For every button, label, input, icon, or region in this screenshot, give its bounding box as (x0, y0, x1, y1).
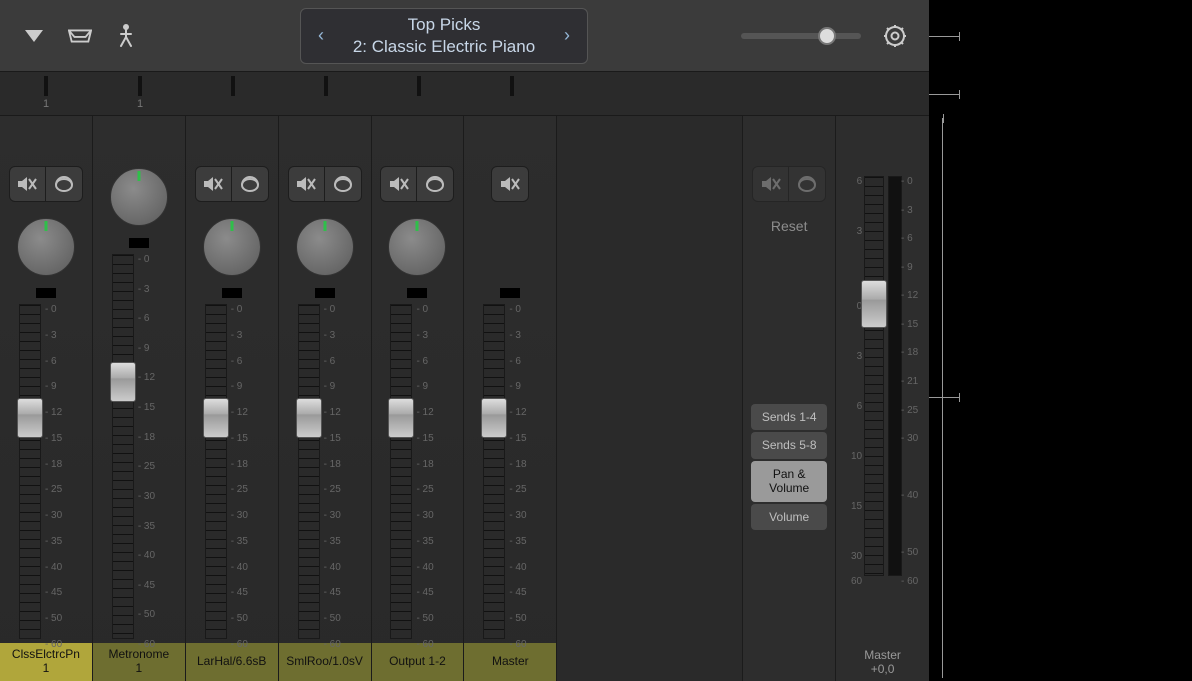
fader-cap[interactable] (388, 398, 414, 438)
mode-button[interactable]: Volume (751, 504, 827, 530)
prev-patch-icon[interactable]: ‹ (313, 25, 329, 46)
solo-button[interactable] (46, 167, 82, 201)
fader-scale: - 0- 3- 6- 9- 12- 15- 18- 25- 30- 35- 40… (45, 304, 73, 639)
master-fader-cap[interactable] (861, 280, 887, 328)
ruler-mark (324, 76, 328, 96)
mode-panel: Reset Sends 1-4Sends 5-8 Pan & VolumeVolu… (743, 116, 836, 681)
patch-name: 2: Classic Electric Piano (353, 36, 535, 57)
fader-scale: - 0- 3- 6- 9- 12- 15- 18- 25- 30- 35- 40… (416, 304, 444, 639)
channel-strip: - 0- 3- 6- 9- 12- 15- 18- 25- 30- 35- 40… (372, 116, 465, 681)
channel-strip: - 0- 3- 6- 9- 12- 15- 18- 25- 30- 35- 40… (279, 116, 372, 681)
ruler-label: 1 (43, 98, 49, 110)
peak-indicator (500, 288, 520, 298)
ruler-mark (231, 76, 235, 96)
peak-indicator (407, 288, 427, 298)
fader-cap[interactable] (203, 398, 229, 438)
channel-buttons (288, 166, 362, 202)
fader-cap[interactable] (110, 362, 136, 402)
fader[interactable] (112, 254, 134, 639)
peak-indicator (222, 288, 242, 298)
reset-button[interactable]: Reset (771, 218, 808, 234)
master-volume-slider[interactable] (741, 33, 861, 39)
fader-cap[interactable] (481, 398, 507, 438)
gear-icon[interactable] (883, 24, 907, 48)
annotation-line (942, 118, 943, 678)
fader-scale: - 0- 3- 6- 9- 12- 15- 18- 25- 30- 35- 40… (324, 304, 352, 639)
fader[interactable] (298, 304, 320, 639)
pan-knob[interactable] (203, 218, 261, 276)
menu-dropdown-icon[interactable] (22, 24, 46, 48)
fader-cap[interactable] (296, 398, 322, 438)
channel-buttons (195, 166, 269, 202)
pan-knob[interactable] (110, 168, 168, 226)
patch-display[interactable]: ‹ Top Picks 2: Classic Electric Piano › (300, 8, 588, 64)
solo-button (789, 167, 825, 201)
fader[interactable] (19, 304, 41, 639)
mute-button[interactable] (289, 167, 325, 201)
mute-button[interactable] (10, 167, 46, 201)
master-meter (888, 176, 902, 576)
mode-button[interactable]: Pan & Volume (751, 461, 827, 502)
annotation-line (929, 397, 959, 398)
mute-button[interactable] (381, 167, 417, 201)
master-volume-thumb[interactable] (818, 27, 836, 45)
mode-button[interactable]: Sends 5-8 (751, 432, 827, 458)
ruler-mark (138, 76, 142, 96)
master-strip: 6303610153060 - 0- 3- 6- 9- 12- 15- 18- … (836, 116, 929, 681)
pan-knob[interactable] (296, 218, 354, 276)
channel-buttons (380, 166, 454, 202)
mute-button[interactable] (492, 167, 528, 201)
fader[interactable] (483, 304, 505, 639)
peak-indicator (36, 288, 56, 298)
fader[interactable] (205, 304, 227, 639)
inbox-icon[interactable] (68, 24, 92, 48)
peak-indicator (129, 238, 149, 248)
next-patch-icon[interactable]: › (559, 25, 575, 46)
solo-button[interactable] (325, 167, 361, 201)
channel-strip: - 0- 3- 6- 9- 12- 15- 18- 25- 30- 35- 40… (186, 116, 279, 681)
pan-knob[interactable] (388, 218, 446, 276)
fader-scale: - 0- 3- 6- 9- 12- 15- 18- 25- 30- 35- 40… (231, 304, 259, 639)
annotation-line (942, 118, 943, 119)
peak-indicator (315, 288, 335, 298)
annotation-line (929, 36, 959, 37)
channel-buttons (491, 166, 529, 202)
ruler-mark (510, 76, 514, 96)
fader[interactable] (390, 304, 412, 639)
channel-strip: - 0- 3- 6- 9- 12- 15- 18- 25- 30- 35- 40… (0, 116, 93, 681)
fader-scale: - 0- 3- 6- 9- 12- 15- 18- 25- 30- 35- 40… (509, 304, 537, 639)
mute-button[interactable] (196, 167, 232, 201)
mute-button (753, 167, 789, 201)
pan-knob[interactable] (17, 218, 75, 276)
master-fader[interactable] (864, 176, 884, 576)
master-label: Master+0,0 (836, 643, 929, 681)
channel-buttons (9, 166, 83, 202)
ruler-label: 1 (137, 98, 143, 110)
annotation-line (929, 94, 959, 95)
ruler-mark (44, 76, 48, 96)
channel-strip: - 0- 3- 6- 9- 12- 15- 18- 25- 30- 35- 40… (464, 116, 557, 681)
mixer-gap (557, 116, 743, 681)
channel-strip: - 0- 3- 6- 9- 12- 15- 18- 25- 30- 35- 40… (93, 116, 186, 681)
mode-button[interactable]: Sends 1-4 (751, 404, 827, 430)
marker-ruler[interactable]: 11 (0, 72, 929, 116)
perform-icon[interactable] (114, 24, 138, 48)
fader-scale: - 0- 3- 6- 9- 12- 15- 18- 25- 30- 35- 40… (138, 254, 166, 639)
solo-button[interactable] (232, 167, 268, 201)
fader-cap[interactable] (17, 398, 43, 438)
solo-button[interactable] (417, 167, 453, 201)
ruler-mark (417, 76, 421, 96)
channel-buttons-disabled (752, 166, 826, 202)
patch-category: Top Picks (353, 14, 535, 35)
